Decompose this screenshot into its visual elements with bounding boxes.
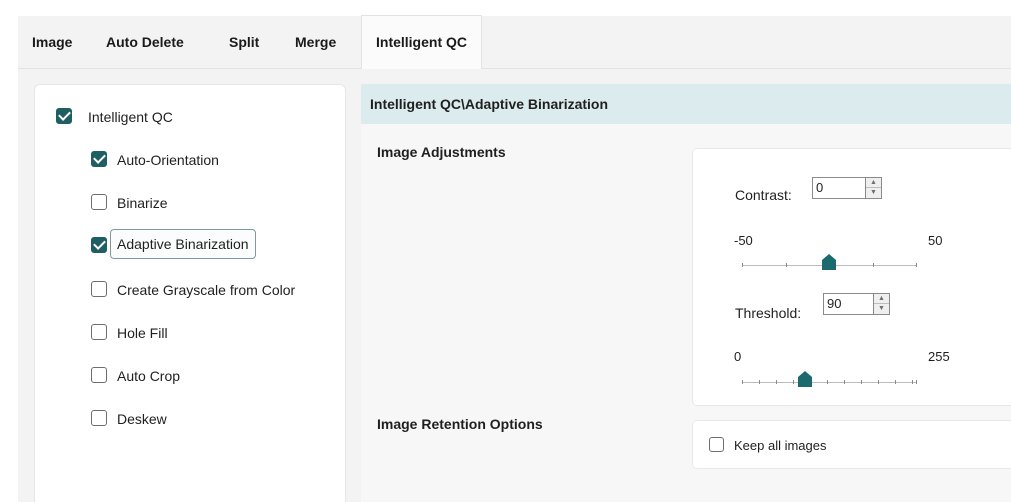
slider-tick: [912, 380, 913, 384]
tab-intelligent-qc[interactable]: Intelligent QC: [361, 15, 482, 69]
threshold-spin-buttons[interactable]: ▲ ▼: [873, 294, 889, 314]
tree-item-adaptive-binarization[interactable]: Adaptive Binarization: [110, 229, 256, 259]
slider-tick: [742, 263, 743, 267]
tree-item-binarize[interactable]: Binarize: [117, 195, 168, 211]
tree-item-auto-crop[interactable]: Auto Crop: [117, 368, 180, 384]
checkbox-unchecked-icon[interactable]: [91, 324, 107, 340]
contrast-min-label: -50: [734, 233, 753, 248]
threshold-label: Threshold:: [735, 305, 802, 321]
checkbox-unchecked-icon[interactable]: [91, 367, 107, 383]
threshold-min-label: 0: [734, 349, 742, 364]
slider-tick: [895, 380, 896, 384]
tree-item-auto-orientation[interactable]: Auto-Orientation: [117, 152, 219, 168]
threshold-slider-thumb-icon[interactable]: [798, 371, 812, 387]
tree-item-hole-fill[interactable]: Hole Fill: [117, 325, 168, 341]
tab-merge[interactable]: Merge: [295, 16, 336, 69]
slider-tick: [827, 380, 828, 384]
breadcrumb-text: Intelligent QC\Adaptive Binarization: [370, 96, 609, 112]
contrast-value[interactable]: 0: [816, 178, 823, 198]
checkbox-unchecked-icon[interactable]: [91, 281, 107, 297]
contrast-max-label: 50: [928, 233, 943, 248]
tree-item-deskew[interactable]: Deskew: [117, 411, 167, 427]
threshold-spinbox[interactable]: 90 ▲ ▼: [823, 293, 890, 315]
image-retention-title: Image Retention Options: [377, 416, 543, 432]
tree-item-create-grayscale[interactable]: Create Grayscale from Color: [117, 282, 295, 298]
checkbox-unchecked-icon[interactable]: [91, 410, 107, 426]
threshold-value[interactable]: 90: [827, 294, 841, 314]
spin-up-icon[interactable]: ▲: [866, 178, 881, 188]
breadcrumb: Intelligent QC\Adaptive Binarization: [361, 84, 1011, 124]
keep-all-images-label[interactable]: Keep all images: [734, 438, 827, 453]
slider-tick: [776, 380, 777, 384]
slider-tick: [759, 380, 760, 384]
contrast-label: Contrast:: [735, 187, 792, 203]
contrast-spin-buttons[interactable]: ▲ ▼: [865, 178, 881, 198]
slider-tick: [844, 380, 845, 384]
slider-tick: [742, 380, 743, 384]
contrast-slider-thumb-icon[interactable]: [822, 254, 836, 270]
slider-tick: [861, 380, 862, 384]
tree-item-intelligent-qc[interactable]: Intelligent QC: [88, 109, 173, 125]
tab-image[interactable]: Image: [32, 16, 72, 69]
spin-up-icon[interactable]: ▲: [874, 294, 889, 304]
checkbox-unchecked-icon[interactable]: [91, 194, 107, 210]
slider-tick: [916, 380, 917, 384]
checkbox-checked-icon[interactable]: [56, 108, 72, 124]
slider-tick: [786, 263, 787, 267]
checkbox-unchecked-icon[interactable]: [709, 437, 724, 452]
image-adjustments-title: Image Adjustments: [377, 144, 506, 160]
slider-tick: [916, 263, 917, 267]
contrast-spinbox[interactable]: 0 ▲ ▼: [812, 177, 882, 199]
threshold-slider-track[interactable]: [742, 382, 917, 383]
slider-tick: [878, 380, 879, 384]
tab-split[interactable]: Split: [229, 16, 259, 69]
checkbox-checked-icon[interactable]: [91, 151, 107, 167]
tab-auto-delete[interactable]: Auto Delete: [106, 16, 184, 69]
threshold-max-label: 255: [928, 349, 950, 364]
spin-down-icon[interactable]: ▼: [874, 304, 889, 314]
checkbox-checked-icon[interactable]: [91, 237, 107, 253]
tab-bar: Image Auto Delete Split Merge Intelligen…: [18, 15, 1011, 69]
spin-down-icon[interactable]: ▼: [866, 188, 881, 198]
slider-tick: [873, 263, 874, 267]
slider-tick: [793, 380, 794, 384]
